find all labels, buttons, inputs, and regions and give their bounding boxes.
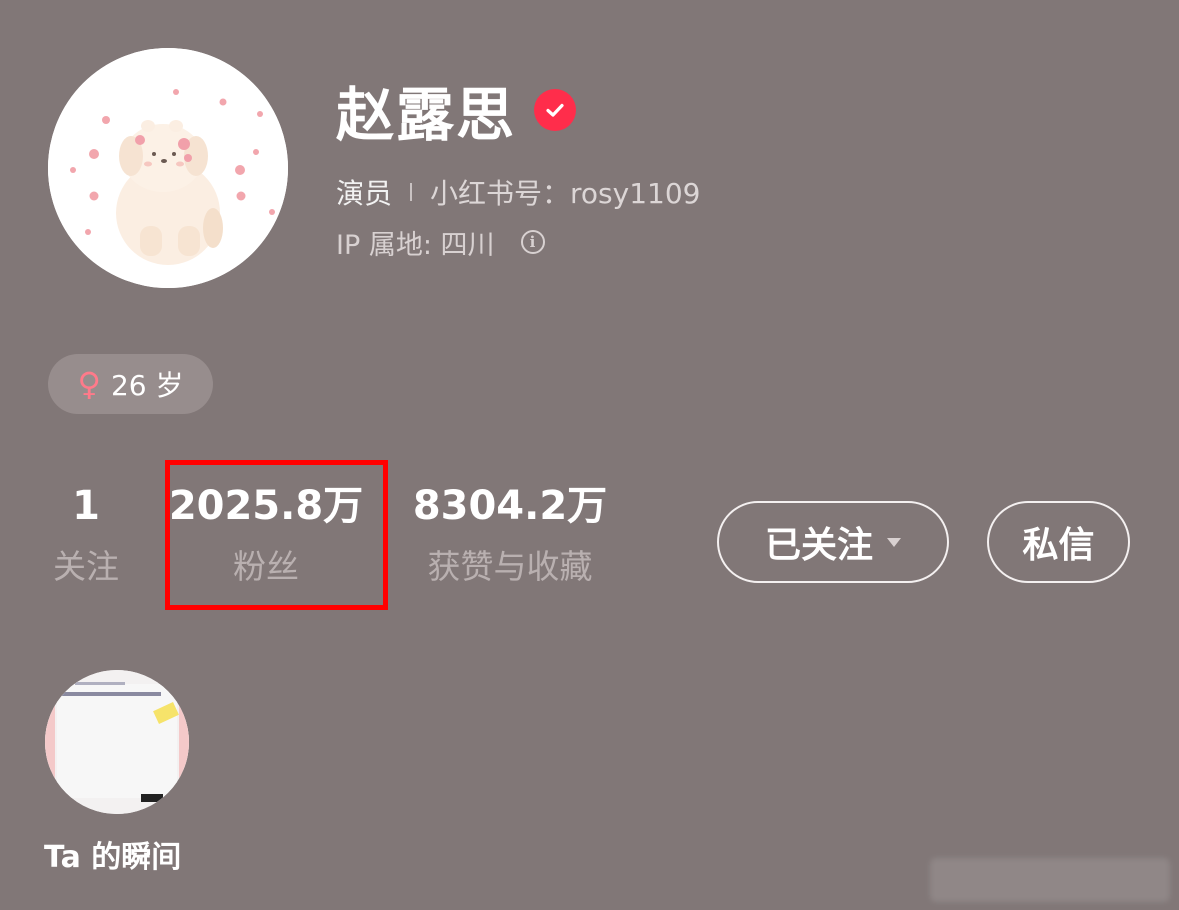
- profile-name: 赵露思: [336, 81, 517, 149]
- redbook-id[interactable]: 小红书号：rosy1109: [430, 172, 700, 212]
- verified-check-icon: [534, 89, 577, 131]
- avatar-illustration: [48, 48, 288, 288]
- message-button[interactable]: 私信: [987, 501, 1130, 583]
- stat-following[interactable]: 1 关注: [46, 478, 126, 592]
- profile-meta: 演员 小红书号：rosy1109: [336, 172, 700, 212]
- name-row: 赵露思: [336, 74, 577, 149]
- caret-down-icon: [887, 537, 901, 547]
- age-label: 26 岁: [110, 369, 184, 402]
- ip-location: IP 属地: 四川: [336, 229, 495, 261]
- info-circle-icon[interactable]: i: [520, 230, 545, 254]
- watermark: [930, 858, 1170, 902]
- occupation-label: 演员: [336, 177, 393, 210]
- highlight-box: [165, 460, 388, 610]
- following-button[interactable]: 已关注: [717, 501, 949, 583]
- meta-divider: [410, 183, 413, 201]
- following-button-label: 已关注: [764, 525, 873, 566]
- following-label: 关注: [53, 547, 119, 586]
- stat-likes-collects[interactable]: 8304.2万 获赞与收藏: [412, 478, 608, 592]
- moment-thumbnail[interactable]: [45, 670, 189, 814]
- likes-count: 8304.2万: [412, 483, 608, 529]
- following-count: 1: [72, 483, 100, 529]
- moments-label: Ta 的瞬间: [44, 840, 182, 875]
- ip-location-row: IP 属地: 四川 i: [336, 222, 545, 262]
- likes-label: 获赞与收藏: [427, 547, 593, 586]
- age-tag: ♀ 26 岁: [48, 354, 213, 414]
- message-button-label: 私信: [1022, 525, 1095, 566]
- moment-image: [45, 670, 189, 814]
- avatar[interactable]: [48, 48, 288, 288]
- female-icon: ♀: [77, 365, 101, 403]
